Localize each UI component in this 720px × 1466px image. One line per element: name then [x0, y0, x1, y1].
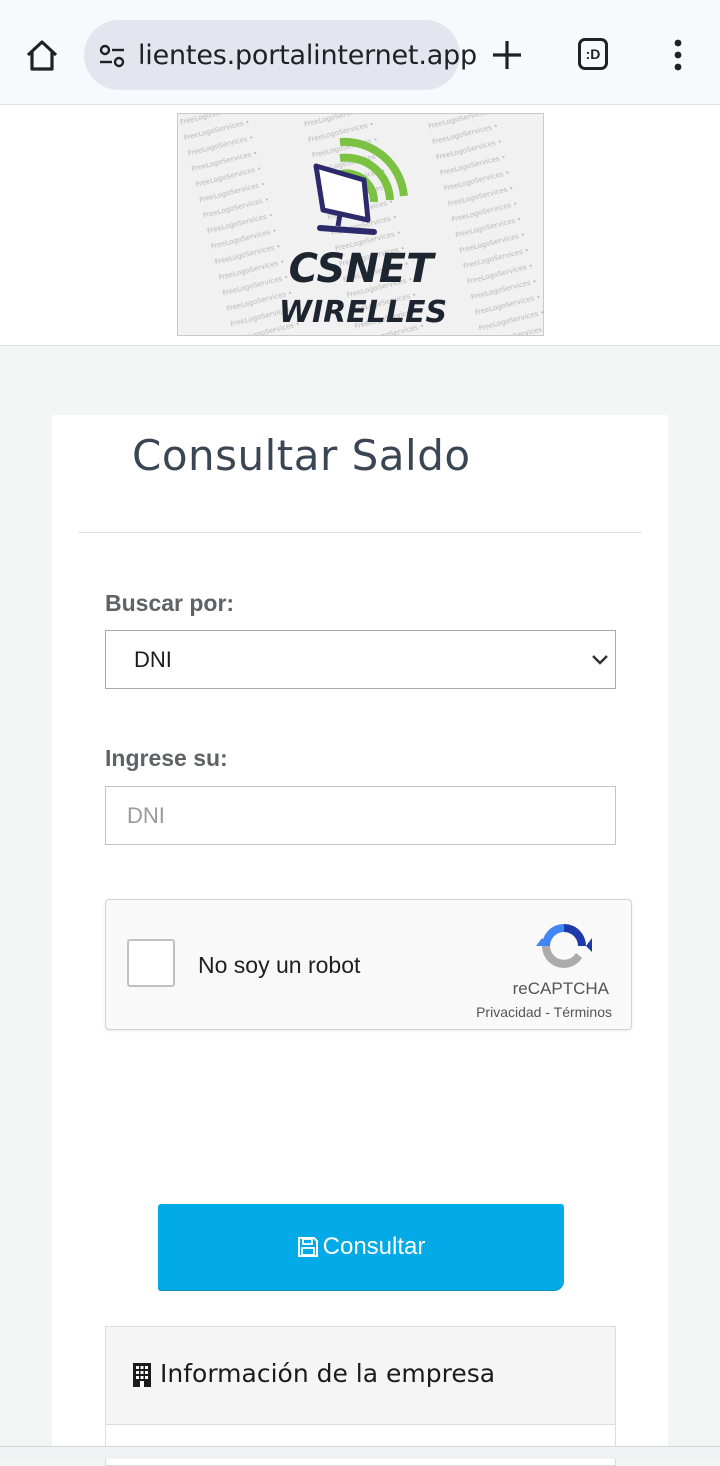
new-tab-icon[interactable] [490, 38, 524, 72]
recaptcha-logo-icon [536, 924, 592, 968]
browser-toolbar: lientes.portalinternet.app :D [0, 0, 720, 105]
search-by-value: DNI [134, 647, 172, 672]
more-menu-icon[interactable] [670, 38, 686, 72]
logo-header: FreeLogoServices • CSNET WIRELLES [0, 105, 720, 346]
screen-bottom-edge [0, 1446, 720, 1459]
recaptcha-brand: reCAPTCHA [512, 979, 609, 998]
recaptcha-checkbox[interactable] [127, 939, 175, 987]
logo-artwork: FreeLogoServices • CSNET WIRELLES [178, 114, 543, 335]
balance-card: Consultar Saldo Buscar por: DNI Ingrese … [52, 415, 668, 1466]
company-info-header[interactable]: Información de la empresa [106, 1327, 615, 1425]
recaptcha-links[interactable]: Privacidad - Términos [476, 1004, 612, 1020]
logo-line2: WIRELLES [279, 295, 447, 330]
floppy-disk-icon [297, 1237, 318, 1257]
dni-input[interactable] [105, 786, 616, 845]
address-bar[interactable]: lientes.portalinternet.app [84, 20, 477, 90]
recaptcha-label: No soy un robot [198, 952, 361, 978]
tab-count: :D [585, 46, 601, 62]
building-icon [133, 1363, 151, 1387]
company-info-title: Información de la empresa [160, 1359, 496, 1388]
title-divider [78, 532, 642, 533]
enter-label: Ingrese su: [105, 745, 228, 771]
home-icon[interactable] [22, 36, 62, 76]
company-info-panel: Información de la empresa [105, 1326, 616, 1466]
company-logo: FreeLogoServices • CSNET WIRELLES [177, 113, 544, 336]
chevron-down-icon [592, 655, 608, 665]
logo-line1: CSNET [289, 246, 437, 292]
site-info-icon[interactable] [98, 42, 126, 70]
search-by-select[interactable]: DNI [105, 630, 616, 689]
recaptcha-widget: No soy un robot reCAPTCHA Privacidad - T… [105, 899, 632, 1030]
consultar-button[interactable]: Consultar [158, 1204, 564, 1290]
url-text[interactable]: lientes.portalinternet.app [138, 40, 477, 71]
search-by-label: Buscar por: [105, 590, 235, 616]
tab-switcher-icon[interactable]: :D [578, 38, 608, 70]
page-title: Consultar Saldo [132, 431, 471, 480]
consultar-button-label: Consultar [322, 1233, 426, 1260]
